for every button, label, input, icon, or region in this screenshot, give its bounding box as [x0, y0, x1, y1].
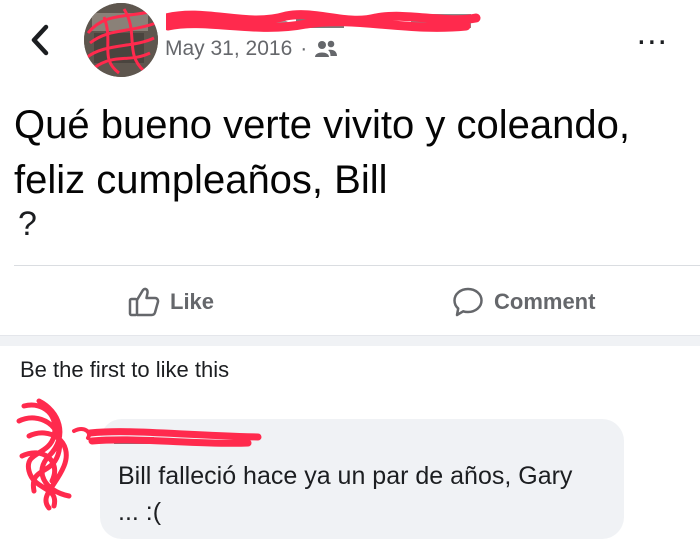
commenter-name-redacted[interactable] — [86, 425, 268, 451]
friends-icon — [315, 40, 338, 57]
comment-text: Bill falleció hace ya un par de años, Ga… — [118, 458, 618, 530]
speech-bubble-icon — [453, 287, 483, 317]
author-avatar[interactable] — [84, 3, 158, 77]
meta-separator: · — [300, 37, 308, 60]
comment-text-line: Bill falleció hace ya un par de años, Ga… — [118, 462, 573, 490]
like-label: Like — [170, 289, 215, 314]
more-options-button[interactable]: ... — [637, 16, 668, 50]
section-divider — [0, 335, 700, 346]
commenter-avatar-redacted[interactable] — [14, 396, 94, 514]
post-meta: May 31, 2016 · — [165, 37, 338, 61]
back-button[interactable] — [24, 20, 56, 60]
comment-label: Comment — [494, 289, 596, 314]
comment-button[interactable]: Comment — [452, 282, 595, 322]
post-text-line: Qué bueno verte vivito y coleando, — [14, 103, 630, 147]
post-text-line: feliz cumpleaños, Bill — [14, 158, 388, 202]
redaction-scribble — [86, 428, 262, 447]
redaction-scribble — [166, 10, 481, 32]
reactions-summary: Be the first to like this — [20, 357, 230, 382]
post-text: Qué bueno verte vivito y coleando, feliz… — [14, 98, 694, 208]
post-header: May 31, 2016 · ... — [0, 0, 700, 90]
post-date[interactable]: May 31, 2016 — [165, 37, 292, 61]
chevron-left-icon — [31, 24, 49, 56]
unrendered-emoji: ? — [18, 205, 37, 243]
redaction-scribble — [16, 398, 91, 511]
like-button[interactable]: Like — [128, 282, 214, 322]
divider — [14, 265, 700, 266]
author-name-redacted[interactable] — [166, 6, 486, 36]
thumbs-up-icon — [128, 287, 160, 317]
comment-text-line: ... :( — [118, 498, 162, 526]
redacted-avatar-scribble — [84, 3, 158, 77]
